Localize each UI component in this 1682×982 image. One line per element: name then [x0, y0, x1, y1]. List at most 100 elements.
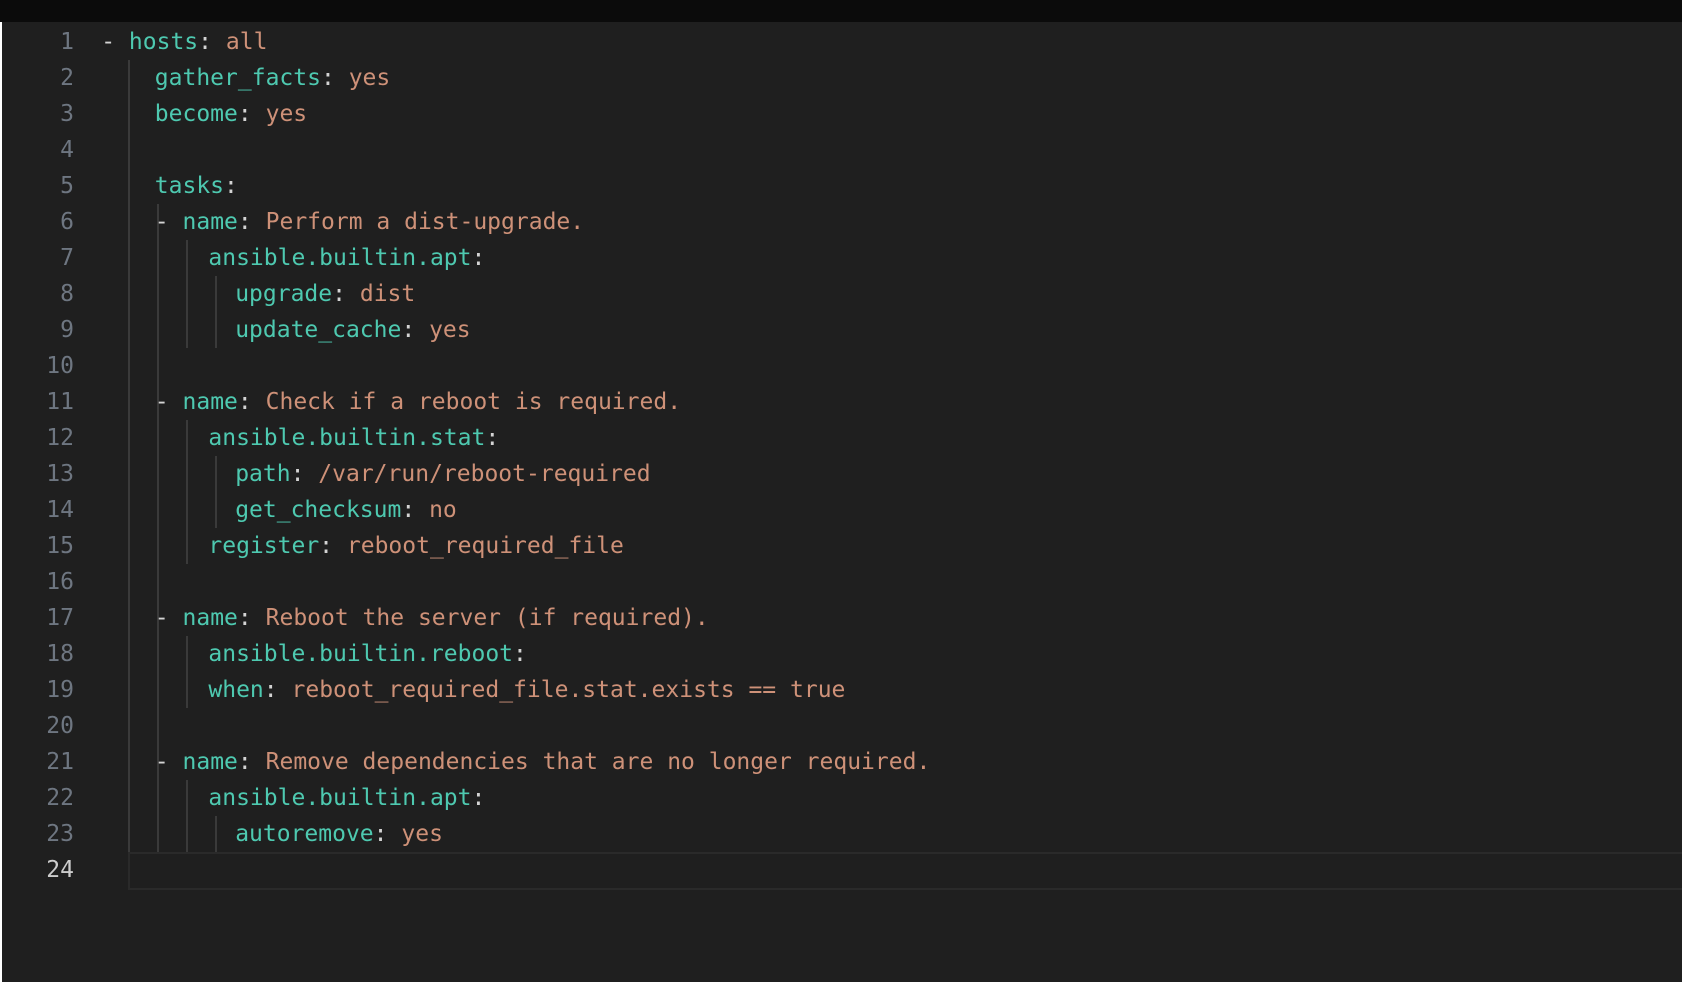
yaml-colon: : [373, 821, 388, 847]
indent-guide [157, 312, 159, 348]
code-line[interactable]: 15 register: reboot_required_file [2, 528, 1682, 564]
code-line[interactable]: 23 autoremove: yes [2, 816, 1682, 852]
yaml-key: name [182, 749, 238, 775]
indent-guide [128, 456, 130, 492]
title-bar [0, 0, 1682, 22]
line-number: 3 [60, 101, 74, 127]
code-text: ansible.builtin.stat: [208, 420, 499, 456]
line-number: 6 [60, 209, 74, 235]
code-text: - name: Remove dependencies that are no … [155, 744, 931, 780]
code-text: register: reboot_required_file [208, 528, 623, 564]
indent-guide [186, 420, 188, 456]
indent-guide [215, 816, 217, 852]
yaml-value: dist [359, 281, 416, 307]
code-line[interactable]: 9 update_cache: yes [2, 312, 1682, 348]
code-text: ansible.builtin.apt: [208, 240, 485, 276]
code-text: ansible.builtin.reboot: [208, 636, 527, 672]
yaml-key: update_cache [235, 317, 402, 343]
yaml-colon: : [332, 281, 346, 307]
code-text: - name: Perform a dist-upgrade. [155, 204, 584, 240]
code-line[interactable]: 7 ansible.builtin.apt: [2, 240, 1682, 276]
line-number: 4 [60, 137, 74, 163]
code-line[interactable]: 20 [2, 708, 1682, 744]
current-line-highlight [128, 852, 1682, 890]
yaml-key: register [208, 533, 320, 559]
code-line[interactable]: 14 get_checksum: no [2, 492, 1682, 528]
indent-guide [128, 204, 130, 240]
line-number: 2 [60, 65, 74, 91]
line-number: 21 [46, 749, 74, 775]
code-line[interactable]: 8 upgrade: dist [2, 276, 1682, 312]
code-line[interactable]: 2 gather_facts: yes [2, 60, 1682, 96]
yaml-colon: : [401, 317, 416, 343]
code-text: ansible.builtin.apt: [208, 780, 485, 816]
yaml-key: autoremove [235, 821, 374, 847]
code-line[interactable]: 11 - name: Check if a reboot is required. [2, 384, 1682, 420]
indent-guide [128, 420, 130, 456]
indent-guide [157, 276, 159, 312]
yaml-colon: : [471, 785, 486, 811]
code-text: upgrade: dist [235, 276, 415, 312]
code-line[interactable]: 22 ansible.builtin.apt: [2, 780, 1682, 816]
code-text: tasks: [155, 168, 238, 204]
indent-guide [128, 600, 130, 636]
line-number: 8 [60, 281, 74, 307]
code-line[interactable]: 1 - hosts: all [2, 24, 1682, 60]
yaml-colon: : [237, 101, 252, 127]
line-number: 1 [60, 29, 74, 55]
yaml-colon: : [224, 173, 238, 199]
code-line[interactable]: 13 path: /var/run/reboot-required [2, 456, 1682, 492]
line-number: 16 [46, 569, 74, 595]
indent-guide [128, 780, 130, 816]
yaml-key: path [235, 461, 291, 487]
code-line[interactable]: 6 - name: Perform a dist-upgrade. [2, 204, 1682, 240]
code-line[interactable]: 17 - name: Reboot the server (if required… [2, 600, 1682, 636]
yaml-key: ansible.builtin.apt [208, 245, 472, 271]
indent-guide [128, 312, 130, 348]
indent-guide [128, 492, 130, 528]
yaml-colon: : [237, 209, 252, 235]
indent-guide [186, 528, 188, 564]
yaml-value: /var/run/reboot-required [318, 461, 651, 487]
indent-guide [157, 528, 159, 564]
code-line[interactable]: 16 [2, 564, 1682, 600]
list-dash: - [154, 209, 169, 235]
yaml-key: name [182, 389, 238, 415]
indent-guide [186, 636, 188, 672]
code-line[interactable]: 10 [2, 348, 1682, 384]
code-text: - name: Check if a reboot is required. [155, 384, 681, 420]
line-number: 22 [46, 785, 74, 811]
code-text: path: /var/run/reboot-required [235, 456, 650, 492]
code-line[interactable]: 12 ansible.builtin.stat: [2, 420, 1682, 456]
code-line[interactable]: 3 become: yes [2, 96, 1682, 132]
yaml-value: yes [348, 65, 391, 91]
yaml-value: reboot_required_file [346, 533, 624, 559]
indent-guide [186, 276, 188, 312]
indent-guide [186, 780, 188, 816]
indent-guide [128, 168, 130, 204]
indent-guide [128, 240, 130, 276]
yaml-colon: : [471, 245, 486, 271]
code-line[interactable]: 19 when: reboot_required_file.stat.exists… [2, 672, 1682, 708]
line-number: 17 [46, 605, 74, 631]
yaml-colon: : [237, 749, 252, 775]
yaml-key: become [154, 101, 238, 127]
yaml-key: upgrade [235, 281, 333, 307]
code-line[interactable]: 4 [2, 132, 1682, 168]
yaml-value: yes [265, 101, 308, 127]
line-number: 9 [60, 317, 74, 343]
indent-guide [128, 672, 130, 708]
code-text: update_cache: yes [235, 312, 470, 348]
code-line[interactable]: 21 - name: Remove dependencies that are n… [2, 744, 1682, 780]
yaml-key: name [182, 605, 238, 631]
indent-guide [128, 708, 130, 744]
code-editor[interactable]: 1 - hosts: all 2 gather_facts: yes 3 become: … [2, 22, 1682, 982]
indent-guide [157, 456, 159, 492]
indent-guide [157, 492, 159, 528]
indent-guide [128, 384, 130, 420]
code-line[interactable]: 18 ansible.builtin.reboot: [2, 636, 1682, 672]
code-line[interactable]: 24 [2, 852, 1682, 890]
code-line[interactable]: 5 tasks: [2, 168, 1682, 204]
line-number: 18 [46, 641, 74, 667]
yaml-value: reboot_required_file.stat.exists == true [291, 677, 846, 703]
